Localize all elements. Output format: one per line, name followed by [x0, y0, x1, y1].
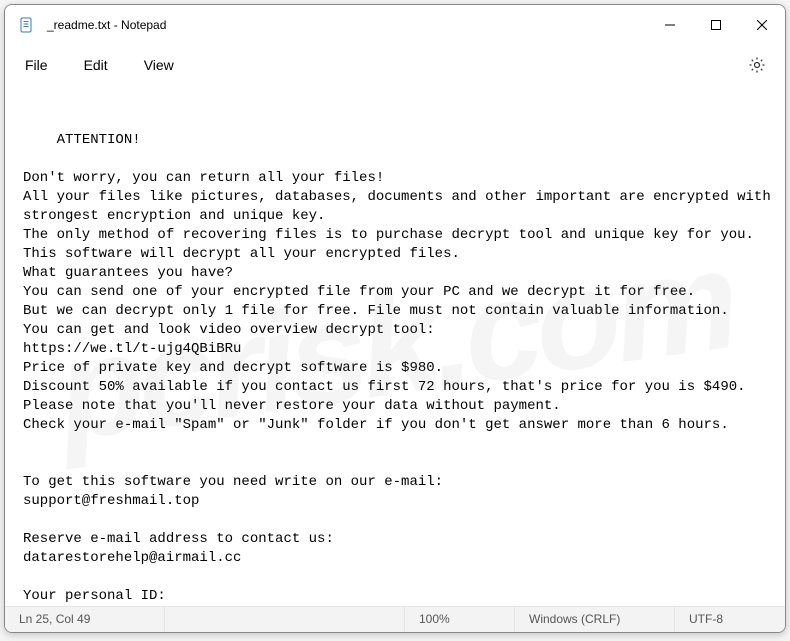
status-line-ending: Windows (CRLF)	[515, 607, 675, 632]
menu-view[interactable]: View	[126, 51, 192, 79]
menu-file[interactable]: File	[7, 51, 66, 79]
window-controls	[647, 5, 785, 45]
notepad-window: _readme.txt - Notepad File Edit View pcr…	[4, 4, 786, 633]
status-encoding: UTF-8	[675, 607, 785, 632]
editor-content: ATTENTION! Don't worry, you can return a…	[23, 132, 779, 606]
gear-icon	[748, 56, 766, 74]
menu-edit[interactable]: Edit	[66, 51, 126, 79]
close-button[interactable]	[739, 5, 785, 45]
notepad-app-icon	[19, 17, 35, 33]
status-zoom[interactable]: 100%	[405, 607, 515, 632]
minimize-button[interactable]	[647, 5, 693, 45]
maximize-button[interactable]	[693, 5, 739, 45]
menubar: File Edit View	[5, 45, 785, 85]
status-cursor-position: Ln 25, Col 49	[5, 607, 165, 632]
text-editor-area[interactable]: pcrisk.com ATTENTION! Don't worry, you c…	[5, 85, 785, 606]
titlebar[interactable]: _readme.txt - Notepad	[5, 5, 785, 45]
window-title: _readme.txt - Notepad	[47, 18, 647, 32]
settings-button[interactable]	[737, 45, 777, 85]
statusbar: Ln 25, Col 49 100% Windows (CRLF) UTF-8	[5, 606, 785, 632]
